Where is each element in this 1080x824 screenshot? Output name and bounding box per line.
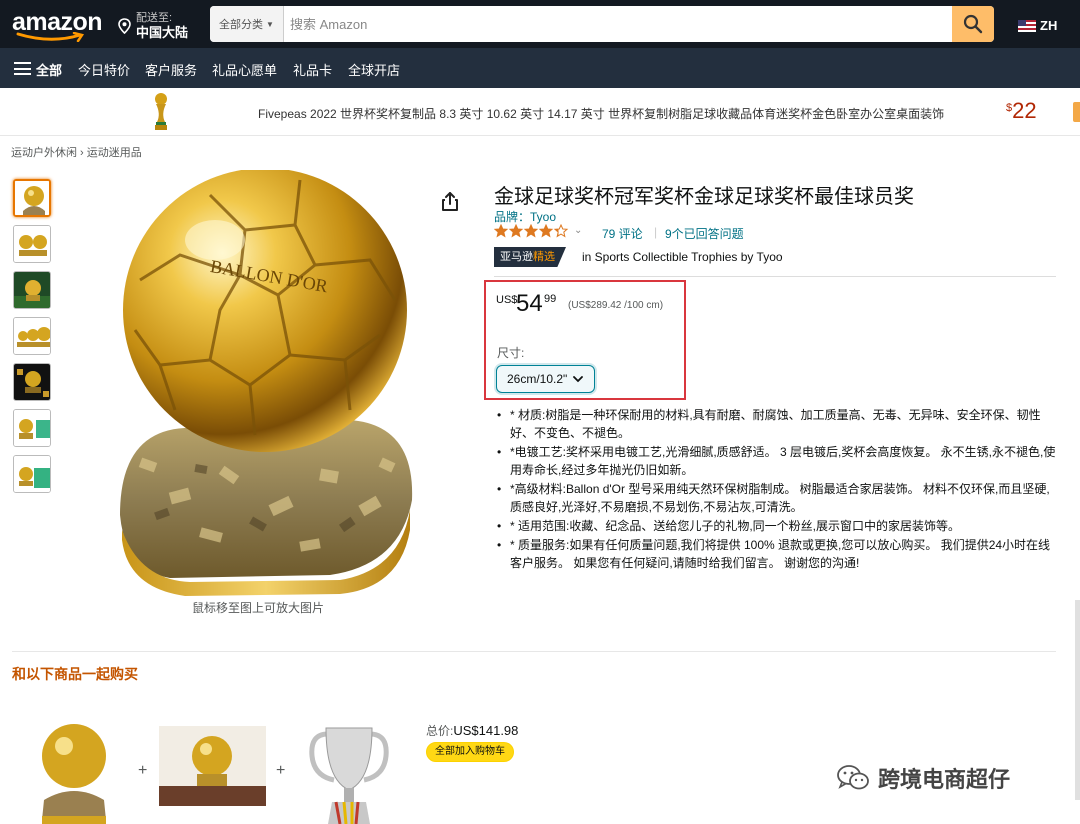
choice-badge-prefix: 亚马逊 <box>500 251 533 263</box>
trophy-sizes-thumbnail-image <box>14 318 50 354</box>
rating-separator: | <box>654 225 658 239</box>
share-icon[interactable] <box>438 190 462 214</box>
bundle-item-2-image[interactable] <box>159 726 266 806</box>
bought-together-title: 和以下商品一起购买 <box>12 666 138 682</box>
search-icon <box>963 14 983 34</box>
language-selector[interactable]: ZH <box>1018 18 1057 33</box>
size-label: 尺寸: <box>497 346 525 360</box>
star-rating-icon[interactable] <box>494 224 574 238</box>
feature-bullet: * 材质:树脂是一种环保耐用的材料,具有耐磨、耐腐蚀、加工质量高、无毒、无异味、… <box>496 406 1056 442</box>
feature-bullets: * 材质:树脂是一种环保耐用的材料,具有耐磨、耐腐蚀、加工质量高、无毒、无异味、… <box>496 406 1056 573</box>
size-dropdown[interactable]: 26cm/10.2" <box>496 365 595 393</box>
price-currency: US$ <box>496 294 518 306</box>
plus-sign: + <box>276 762 286 779</box>
location-pin-icon <box>118 18 131 34</box>
bundle-item-1-image[interactable] <box>34 720 114 824</box>
plus-sign: + <box>138 762 148 779</box>
thumbnail-1[interactable] <box>13 179 51 217</box>
deliver-to-region: 中国大陆 <box>136 25 189 40</box>
ad-price: $2299 <box>1006 98 1037 123</box>
world-cup-trophy-icon <box>155 93 167 130</box>
feature-bullet: *电镀工艺:奖杯采用电镀工艺,光滑细腻,质感舒适。 3 层电镀后,奖杯会高度恢复… <box>496 443 1056 479</box>
trophy-box-thumbnail-image <box>14 456 50 492</box>
price-whole: 54 <box>516 290 543 317</box>
title-divider <box>494 276 1056 277</box>
nav-all[interactable]: 全部 <box>36 60 62 79</box>
thumbnail-2[interactable] <box>13 225 51 263</box>
chevron-down-icon <box>573 375 584 382</box>
trophy-pair-thumbnail-image <box>14 226 50 262</box>
secondary-navigation-bar: 全部 今日特价 客户服务 礼品心愿单 礼品卡 全球开店 <box>0 48 1080 88</box>
thumbnail-6[interactable] <box>13 409 51 447</box>
product-title: 金球足球奖杯冠军奖杯金球足球奖杯最佳球员奖 <box>494 186 914 208</box>
total-label: 总价: <box>426 724 454 738</box>
price-fraction: 99 <box>544 293 557 305</box>
amazons-choice-badge: 亚马逊精选 <box>494 247 574 267</box>
section-divider <box>12 651 1056 652</box>
choice-category-text[interactable]: in Sports Collectible Trophies by Tyoo <box>582 250 783 264</box>
search-category-label: 全部分类 <box>219 19 264 31</box>
search-category-dropdown[interactable]: 全部分类 ▼ <box>210 6 284 42</box>
logo-smile-icon <box>16 32 85 42</box>
ad-next-tab[interactable] <box>1073 102 1080 122</box>
brand-link[interactable]: 品牌：Tyoo <box>494 208 556 225</box>
amazon-logo[interactable]: amazon <box>12 6 104 42</box>
us-flag-icon <box>1018 19 1036 32</box>
search-bar: 全部分类 ▼ <box>210 6 994 42</box>
main-product-image[interactable]: BALLON D'OR <box>100 170 430 600</box>
feature-bullet: * 质量服务:如果有任何质量问题,我们将提供 100% 退款或更换,您可以放心购… <box>496 536 1056 572</box>
breadcrumb[interactable]: 运动户外休闲 › 运动迷用品 <box>11 144 142 160</box>
feature-bullet: *高级材料:Ballon d'Or 型号采用纯天然环保树脂制成。 树脂最适合家居… <box>496 480 1056 516</box>
nav-customer-service[interactable]: 客户服务 <box>145 60 197 79</box>
trophy-package-thumbnail-image <box>14 410 50 446</box>
top-navigation-bar: amazon 配送至: 中国大陆 全部分类 ▼ ZH <box>0 0 1080 48</box>
trophy-dark-thumbnail-image <box>14 364 50 400</box>
trophy-field-thumbnail-image <box>14 272 50 308</box>
nav-gift-cards[interactable]: 礼品卡 <box>293 60 332 79</box>
wechat-watermark: 跨境电商超仔 <box>836 762 1010 794</box>
reviews-link[interactable]: 79 评论 <box>602 225 643 242</box>
thumbnail-4[interactable] <box>13 317 51 355</box>
search-input[interactable] <box>288 6 948 42</box>
answered-questions-link[interactable]: 9个已回答问题 <box>665 225 744 242</box>
search-button[interactable] <box>952 6 994 42</box>
thumbnail-7[interactable] <box>13 455 51 493</box>
nav-todays-deals[interactable]: 今日特价 <box>78 60 130 79</box>
bundle-total-price: 总价:US$141.98 <box>426 722 518 739</box>
unit-price: (US$289.42 /100 cm) <box>568 300 664 311</box>
hamburger-menu-icon[interactable] <box>14 62 31 75</box>
bundle-item-3-image[interactable] <box>306 720 392 824</box>
ad-product-title[interactable]: Fivepeas 2022 世界杯奖杯复制品 8.3 英寸 10.62 英寸 1… <box>258 105 944 122</box>
wechat-icon <box>837 765 869 790</box>
page-scrollbar[interactable] <box>1075 600 1080 800</box>
language-code: ZH <box>1040 18 1058 33</box>
choice-badge-suffix: 精选 <box>533 251 555 263</box>
nav-gift-registry[interactable]: 礼品心愿单 <box>212 60 277 79</box>
trophy-thumbnail-image <box>15 181 49 215</box>
caret-down-icon: ▼ <box>266 19 274 29</box>
thumbnail-5[interactable] <box>13 363 51 401</box>
add-all-to-cart-button[interactable]: 全部加入购物车 <box>426 742 514 762</box>
size-selected-value: 26cm/10.2" <box>507 372 568 386</box>
rating-caret-icon[interactable]: ⌄ <box>574 225 582 236</box>
total-value: US$141.98 <box>453 723 519 738</box>
watermark-text: 跨境电商超仔 <box>878 767 1011 792</box>
sponsored-ad-banner[interactable]: Fivepeas 2022 世界杯奖杯复制品 8.3 英寸 10.62 英寸 1… <box>0 88 1080 136</box>
nav-sell[interactable]: 全球开店 <box>348 60 400 79</box>
zoom-hint: 鼠标移至图上可放大图片 <box>192 601 325 615</box>
feature-bullet: * 适用范围:收藏、纪念品、送给您儿子的礼物,同一个粉丝,展示窗口中的家居装饰等… <box>496 517 1056 535</box>
thumbnail-3[interactable] <box>13 271 51 309</box>
